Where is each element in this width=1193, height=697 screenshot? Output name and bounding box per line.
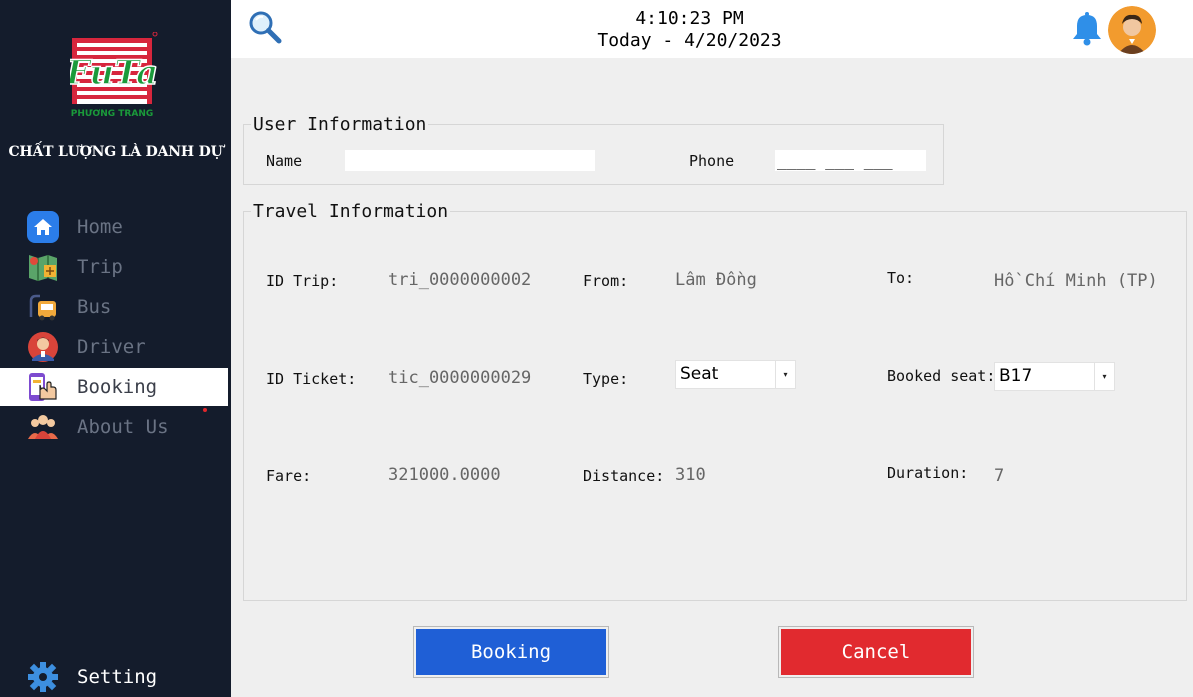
duration-value: 7	[994, 466, 1005, 486]
id-ticket-value: tic_0000000029	[388, 368, 532, 388]
type-label: Type:	[583, 370, 629, 388]
from-value: Lâm Đồng	[675, 270, 757, 290]
sidebar-item-setting[interactable]: Setting	[0, 658, 228, 696]
brand-logo: FuTa PHƯƠNG TRANG	[64, 31, 159, 120]
home-icon	[26, 211, 60, 243]
bell-icon[interactable]	[1071, 12, 1103, 46]
top-bar: 4:10:23 PM Today - 4/20/2023	[231, 0, 1193, 58]
sidebar-item-label: Home	[77, 216, 123, 238]
type-select-value: Seat	[680, 364, 719, 384]
people-icon	[26, 411, 60, 443]
sidebar-item-label: Booking	[77, 376, 158, 398]
cancel-button[interactable]: Cancel	[778, 626, 974, 678]
id-trip-label: ID Trip:	[266, 272, 339, 290]
phone-input[interactable]: ____ ___ ___	[775, 150, 926, 171]
duration-label: Duration:	[887, 464, 969, 482]
type-select[interactable]: Seat ▾	[675, 360, 796, 389]
id-trip-value: tri_0000000002	[388, 270, 532, 290]
booked-seat-label: Booked seat:	[887, 367, 996, 385]
fare-value: 321000.0000	[388, 465, 501, 485]
booking-icon	[26, 371, 60, 403]
logo-subtext: PHƯƠNG TRANG	[71, 109, 154, 119]
sidebar-item-trip[interactable]: Trip	[0, 248, 228, 286]
sidebar-item-label: Driver	[77, 336, 146, 358]
id-ticket-label: ID Ticket:	[266, 370, 357, 388]
sidebar-item-about-us[interactable]: About Us	[0, 408, 228, 446]
phone-label: Phone	[689, 152, 735, 170]
cancel-button-label: Cancel	[781, 629, 971, 675]
to-label: To:	[887, 269, 915, 287]
bus-icon	[26, 291, 60, 323]
booking-button-label: Booking	[416, 629, 606, 675]
notification-dot	[203, 408, 207, 412]
distance-value: 310	[675, 465, 706, 485]
from-label: From:	[583, 272, 629, 290]
gear-icon	[26, 661, 60, 693]
name-input[interactable]	[345, 150, 595, 171]
avatar[interactable]	[1108, 6, 1156, 54]
booked-seat-select-value: B17	[999, 366, 1033, 386]
driver-icon	[26, 331, 60, 363]
chevron-down-icon[interactable]: ▾	[1094, 363, 1114, 390]
sidebar-item-label: Bus	[77, 296, 112, 318]
distance-label: Distance:	[583, 467, 665, 485]
fare-label: Fare:	[266, 467, 312, 485]
sidebar-item-label: About Us	[77, 416, 169, 438]
current-time: 4:10:23 PM	[635, 8, 744, 29]
user-information-title: User Information	[251, 114, 429, 135]
sidebar: FuTa PHƯƠNG TRANG CHẤT LƯỢNG LÀ DANH DỰ …	[0, 0, 231, 697]
to-value: Hồ Chí Minh (TP)	[994, 271, 1158, 291]
current-date: Today - 4/20/2023	[597, 30, 782, 51]
map-icon	[26, 251, 60, 283]
sidebar-item-bus[interactable]: Bus	[0, 288, 228, 326]
sidebar-item-driver[interactable]: Driver	[0, 328, 228, 366]
booked-seat-select[interactable]: B17 ▾	[994, 362, 1115, 391]
sidebar-item-booking[interactable]: Booking	[0, 368, 228, 406]
brand-slogan: CHẤT LƯỢNG LÀ DANH DỰ	[8, 144, 223, 160]
chevron-down-icon[interactable]: ▾	[775, 361, 795, 388]
travel-information-title: Travel Information	[251, 201, 451, 222]
sidebar-item-label: Trip	[77, 256, 123, 278]
logo-text: FuTa	[70, 53, 158, 93]
name-label: Name	[266, 152, 303, 170]
booking-button[interactable]: Booking	[413, 626, 609, 678]
sidebar-item-label: Setting	[77, 666, 158, 688]
sidebar-item-home[interactable]: Home	[0, 208, 228, 246]
